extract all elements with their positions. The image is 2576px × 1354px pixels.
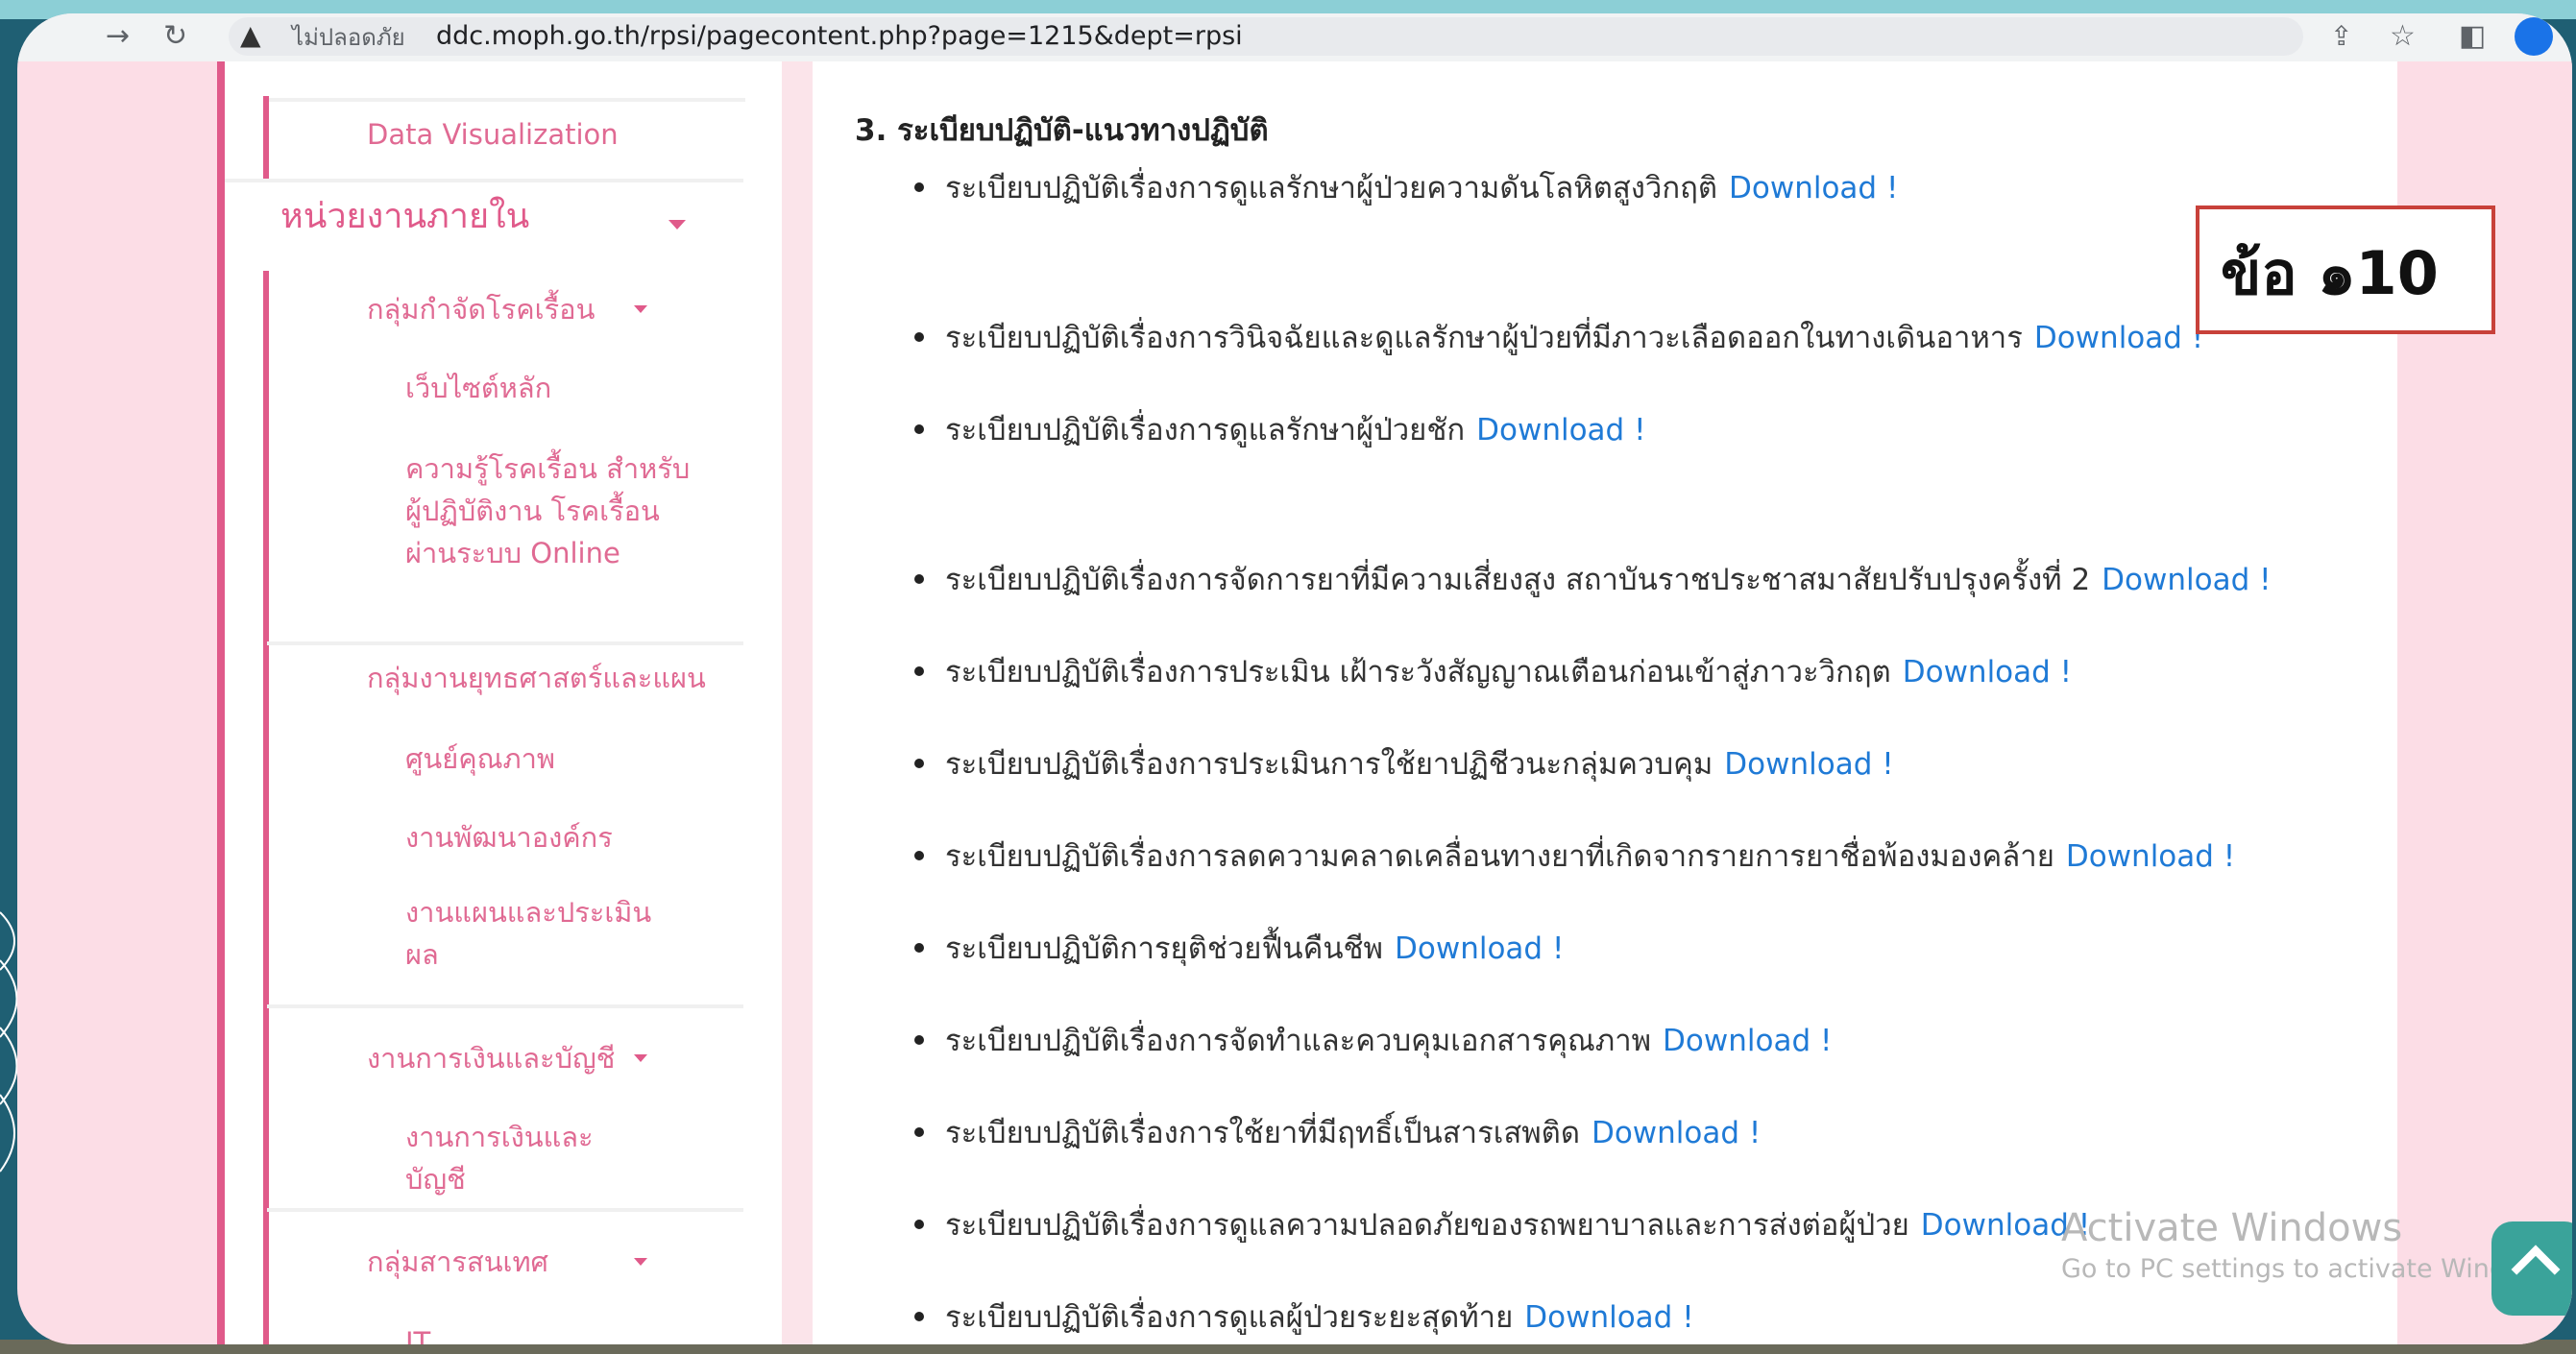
sidebar-indent-line [263, 271, 269, 1344]
chevron-up-icon [2511, 1245, 2561, 1294]
sidebar-item-main-website[interactable]: เว็บไซต์หลัก [405, 367, 551, 409]
sidebar-group-finance[interactable]: งานการเงินและบัญชี [367, 1037, 615, 1079]
annotation-text: ข้อ ๑10 [2221, 238, 2439, 308]
sidebar-item-plan-eval[interactable]: งานแผนและประเมิน ผล [405, 891, 655, 976]
download-link[interactable]: Download ! [1729, 171, 1898, 206]
sidebar-group-it[interactable]: กลุ่มสารสนเทศ [367, 1241, 548, 1283]
sidebar-divider [267, 1004, 743, 1008]
sidebar-divider [267, 1208, 743, 1212]
sidebar-item-leprosy-knowledge[interactable]: ความรู้โรคเรื้อน สำหรับผู้ปฏิบัติงาน โรค… [405, 447, 693, 574]
reload-icon[interactable]: ↻ [163, 19, 187, 54]
sidebar-section-internal[interactable]: หน่วยงานภายใน [280, 196, 529, 238]
sidebar-divider [269, 98, 745, 102]
list-item: ระเบียบปฏิบัติเรื่องการจัดทำและควบคุมเอก… [914, 1020, 1832, 1062]
list-item: ระเบียบปฏิบัติเรื่องการดูแลผู้ป่วยระยะสุ… [914, 1296, 1694, 1339]
profile-icon[interactable] [2515, 17, 2553, 56]
star-icon[interactable]: ☆ [2390, 19, 2416, 54]
share-icon[interactable]: ⇪ [2330, 19, 2352, 54]
list-item: ระเบียบปฏิบัติเรื่องการวินิจฉัยและดูแลรั… [914, 317, 2203, 359]
sidebar-indent-line [263, 96, 269, 181]
content-gutter [782, 61, 813, 1344]
download-link[interactable]: Download ! [1476, 413, 1645, 447]
browser-window: → ↻ ▲ ไม่ปลอดภัย ddc.moph.go.th/rpsi/pag… [17, 13, 2572, 1344]
warning-icon[interactable]: ▲ [240, 19, 261, 52]
list-item: ระเบียบปฏิบัติเรื่องการใช้ยาที่มีฤทธิ์เป… [914, 1112, 1761, 1154]
sidebar-item-finance[interactable]: งานการเงินและ บัญชี [405, 1116, 626, 1200]
list-item: ระเบียบปฏิบัติการยุติช่วยฟื้นคืนชีพ Downl… [914, 928, 1564, 970]
download-link[interactable]: Download ! [1524, 1300, 1693, 1335]
download-link[interactable]: Download ! [2066, 839, 2235, 874]
download-link[interactable]: Download ! [2102, 563, 2271, 597]
download-link[interactable]: Download ! [2034, 321, 2203, 355]
chevron-down-icon[interactable] [668, 220, 686, 230]
sidebar-group-leprosy[interactable]: กลุ่มกำจัดโรคเรื้อน [367, 288, 595, 330]
sidebar-item-quality-center[interactable]: ศูนย์คุณภาพ [405, 737, 555, 780]
sidepanel-icon[interactable]: ◧ [2459, 19, 2486, 54]
chevron-down-icon[interactable] [634, 1258, 647, 1266]
sidebar-item-it[interactable]: IT [405, 1321, 430, 1344]
sidebar-divider [225, 179, 743, 182]
url-text[interactable]: ddc.moph.go.th/rpsi/pagecontent.php?page… [436, 21, 1243, 52]
download-link[interactable]: Download ! [1592, 1116, 1761, 1150]
list-item: ระเบียบปฏิบัติเรื่องการดูแลรักษาผู้ป่วยค… [914, 167, 1898, 209]
download-link[interactable]: Download ! [1395, 931, 1564, 966]
activate-windows-subtitle: Go to PC settings to activate Windows. [2061, 1254, 2565, 1284]
activate-windows-title: Activate Windows [2061, 1206, 2403, 1250]
list-item: ระเบียบปฏิบัติเรื่องการประเมิน เฝ้าระวัง… [914, 651, 2072, 693]
sidebar-group-strategy[interactable]: กลุ่มงานยุทธศาสตร์และแผน [367, 657, 706, 699]
list-item: ระเบียบปฏิบัติเรื่องการดูแลรักษาผู้ป่วยช… [914, 409, 1646, 451]
sidebar-item-org-development[interactable]: งานพัฒนาองค์กร [405, 816, 613, 858]
list-item: ระเบียบปฏิบัติเรื่องการลดความคลาดเคลื่อน… [914, 835, 2235, 878]
sidebar-accent-bar [217, 61, 225, 1344]
address-bar: → ↻ ▲ ไม่ปลอดภัย ddc.moph.go.th/rpsi/pag… [17, 13, 2572, 61]
scroll-to-top-button[interactable] [2491, 1221, 2572, 1316]
download-link[interactable]: Download ! [1663, 1024, 1832, 1058]
chevron-down-icon[interactable] [634, 1054, 647, 1062]
download-link[interactable]: Download ! [1724, 747, 1893, 782]
list-item: ระเบียบปฏิบัติเรื่องการจัดการยาที่มีความ… [914, 559, 2272, 601]
back-arrow-icon[interactable]: → [106, 19, 130, 54]
list-item: ระเบียบปฏิบัติเรื่องการประเมินการใช้ยาปฏ… [914, 743, 1894, 786]
annotation-callout: ข้อ ๑10 [2196, 206, 2495, 334]
list-item: ระเบียบปฏิบัติเรื่องการดูแลความปลอดภัยขอ… [914, 1204, 2090, 1246]
download-link[interactable]: Download ! [1903, 655, 2072, 689]
section-title: 3. ระเบียบปฏิบัติ-แนวทางปฏิบัติ [855, 113, 1269, 148]
sidebar-divider [267, 641, 743, 645]
not-secure-label[interactable]: ไม่ปลอดภัย [292, 23, 405, 52]
chevron-down-icon[interactable] [634, 305, 647, 313]
sidebar-item-data-visualization[interactable]: Data Visualization [367, 113, 619, 156]
